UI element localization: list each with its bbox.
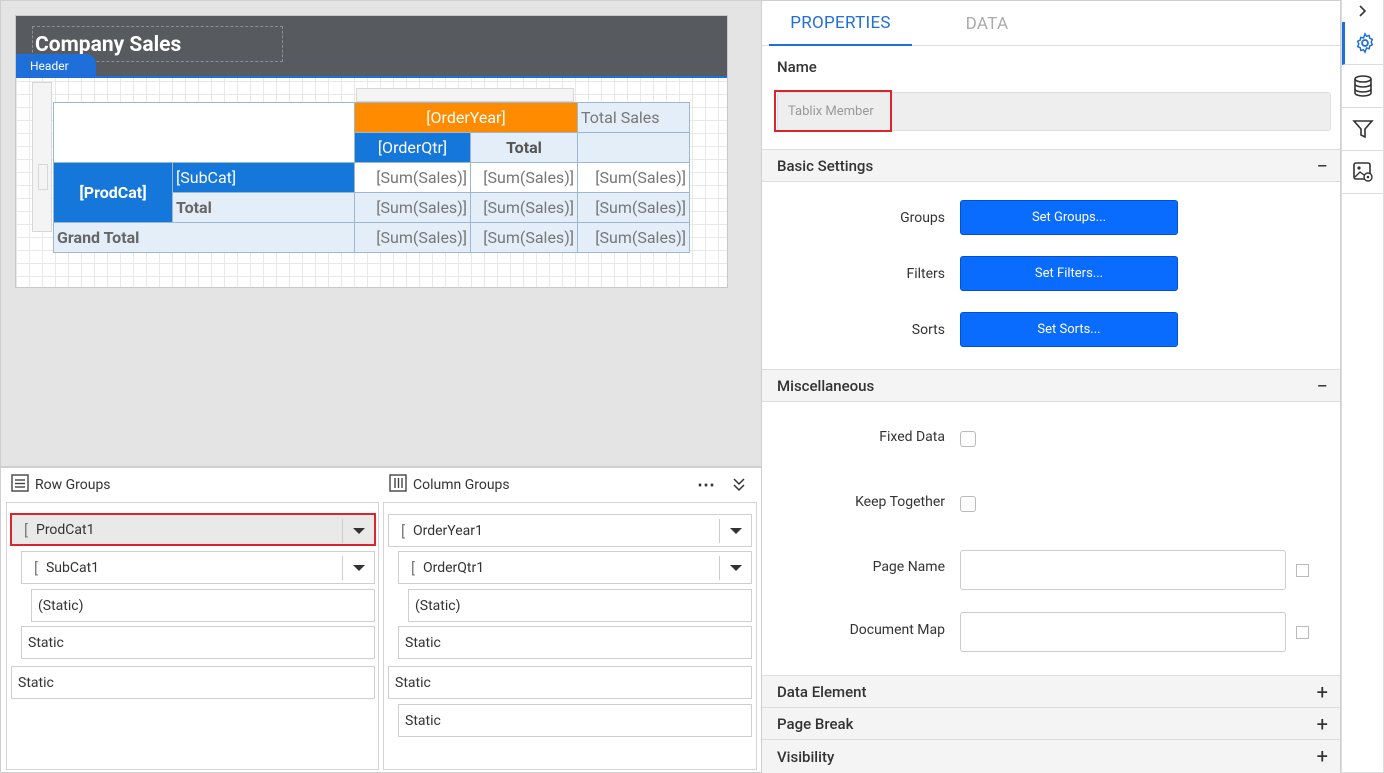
filter-icon[interactable]	[1342, 108, 1384, 151]
header-divider	[16, 76, 727, 78]
sum-sales-cell[interactable]: [Sum(Sales)]	[354, 222, 471, 253]
properties-panel: PROPERTIES DATA Name Tablix Member Basic…	[761, 0, 1341, 773]
dropdown-icon[interactable]	[342, 556, 374, 580]
name-value: Tablix Member	[788, 104, 874, 119]
tab-properties[interactable]: PROPERTIES	[769, 1, 912, 46]
page-break-section[interactable]: Page Break +	[762, 707, 1340, 740]
total-sales-header[interactable]: Total Sales	[577, 102, 690, 133]
column-group-static[interactable]: Static	[398, 626, 752, 659]
prod-cat-cell[interactable]: [ProdCat]	[53, 162, 173, 223]
sum-sales-cell[interactable]: [Sum(Sales)]	[470, 162, 578, 193]
report-canvas[interactable]: Company Sales Header [OrderYear] Total S…	[15, 15, 728, 288]
row-group-static[interactable]: Static	[11, 666, 375, 699]
column-group-static[interactable]: Static	[388, 666, 752, 699]
row-handle[interactable]	[32, 82, 52, 232]
fixed-data-checkbox[interactable]	[960, 431, 976, 447]
image-settings-icon[interactable]	[1342, 151, 1384, 194]
row-group-subcat1[interactable]: [SubCat1	[21, 551, 375, 584]
chevron-right-icon[interactable]	[1342, 0, 1384, 22]
right-rail	[1341, 0, 1384, 773]
sum-sales-cell[interactable]: [Sum(Sales)]	[354, 192, 471, 223]
expand-icon[interactable]: +	[1317, 680, 1328, 704]
row-group-static[interactable]: Static	[21, 626, 375, 659]
properties-tabs: PROPERTIES DATA	[762, 1, 1340, 46]
grand-total-cell[interactable]: Grand Total	[53, 222, 355, 253]
sum-sales-cell[interactable]: [Sum(Sales)]	[470, 192, 578, 223]
more-icon[interactable]: ⋯	[697, 468, 715, 502]
database-icon[interactable]	[1342, 65, 1384, 108]
column-group-orderyear1[interactable]: [OrderYear1	[388, 514, 752, 547]
row-groups-header: Row Groups	[11, 468, 111, 502]
subcat-total-cell[interactable]: Total	[172, 192, 355, 223]
set-sorts-button[interactable]: Set Sorts...	[960, 312, 1178, 347]
report-header-band[interactable]: Company Sales	[16, 16, 727, 78]
sum-sales-cell[interactable]: [Sum(Sales)]	[577, 222, 690, 253]
name-field[interactable]: Tablix Member	[774, 90, 1331, 132]
miscellaneous-section[interactable]: Miscellaneous −	[762, 369, 1340, 402]
total-sales-subheader[interactable]	[577, 132, 690, 163]
row-group-static[interactable]: (Static)	[31, 589, 375, 622]
data-element-section[interactable]: Data Element +	[762, 675, 1340, 708]
gear-icon[interactable]	[1342, 22, 1384, 65]
visibility-section[interactable]: Visibility +	[762, 739, 1340, 773]
group-bracket-icon: [	[34, 558, 38, 577]
expand-icon[interactable]: +	[1317, 712, 1328, 736]
grouping-panel: Row Groups Column Groups ⋯ [ProdCat1 [Su…	[0, 467, 761, 773]
list-icon	[11, 473, 29, 497]
header-tag: Header	[16, 54, 96, 78]
collapse-panel-icon[interactable]	[733, 468, 745, 502]
group-bracket-icon: [	[24, 520, 28, 539]
column-groups-header: Column Groups	[389, 468, 510, 502]
columns-icon	[389, 473, 407, 497]
basic-settings-section[interactable]: Basic Settings −	[762, 149, 1340, 182]
row-group-prodcat1[interactable]: [ProdCat1	[10, 513, 376, 546]
group-bracket-icon: [	[401, 521, 405, 540]
document-map-input[interactable]	[960, 612, 1286, 652]
collapse-icon[interactable]: −	[1317, 374, 1328, 398]
expand-icon[interactable]: +	[1317, 744, 1328, 768]
design-surface[interactable]: Company Sales Header [OrderYear] Total S…	[0, 0, 761, 467]
column-total-header[interactable]: Total	[470, 132, 578, 163]
row-group-handle[interactable]	[38, 164, 48, 190]
group-bracket-icon: [	[411, 558, 415, 577]
dropdown-icon[interactable]	[719, 519, 751, 543]
column-group-orderqtr1[interactable]: [OrderQtr1	[398, 551, 752, 584]
sub-cat-cell[interactable]: [SubCat]	[172, 162, 355, 193]
row-groups-pane: [ProdCat1 [SubCat1 (Static) Static Stati…	[6, 502, 379, 770]
column-handle[interactable]	[356, 88, 574, 102]
tab-data[interactable]: DATA	[922, 1, 1052, 46]
tablix[interactable]: [OrderYear] Total Sales [OrderQtr] Total…	[53, 102, 690, 253]
sum-sales-cell[interactable]: [Sum(Sales)]	[354, 162, 471, 193]
tablix-corner[interactable]	[53, 102, 355, 163]
sum-sales-cell[interactable]: [Sum(Sales)]	[577, 192, 690, 223]
filters-label: Filters	[906, 266, 945, 282]
order-qtr-cell[interactable]: [OrderQtr]	[354, 132, 471, 163]
collapse-icon[interactable]: −	[1317, 154, 1328, 178]
column-group-static[interactable]: (Static)	[408, 589, 752, 622]
set-filters-button[interactable]: Set Filters...	[960, 256, 1178, 291]
sum-sales-cell[interactable]: [Sum(Sales)]	[470, 222, 578, 253]
row-groups-title: Row Groups	[35, 477, 111, 493]
page-name-label: Page Name	[872, 559, 945, 575]
groups-label: Groups	[900, 210, 945, 226]
order-year-cell[interactable]: [OrderYear]	[354, 102, 578, 133]
fixed-data-label: Fixed Data	[879, 429, 945, 445]
page-name-input[interactable]	[960, 550, 1286, 590]
dropdown-icon[interactable]	[719, 556, 751, 580]
column-groups-title: Column Groups	[413, 477, 510, 493]
keep-together-checkbox[interactable]	[960, 496, 976, 512]
column-groups-pane: [OrderYear1 [OrderQtr1 (Static) Static S…	[383, 502, 757, 770]
dropdown-icon[interactable]	[342, 519, 374, 543]
column-group-static[interactable]: Static	[398, 704, 752, 737]
page-name-expression-icon[interactable]	[1296, 564, 1309, 577]
document-map-expression-icon[interactable]	[1296, 626, 1309, 639]
sum-sales-cell[interactable]: [Sum(Sales)]	[577, 162, 690, 193]
set-groups-button[interactable]: Set Groups...	[960, 200, 1178, 235]
name-label: Name	[777, 58, 817, 76]
sorts-label: Sorts	[911, 322, 945, 338]
keep-together-label: Keep Together	[855, 494, 945, 510]
document-map-label: Document Map	[849, 622, 945, 638]
